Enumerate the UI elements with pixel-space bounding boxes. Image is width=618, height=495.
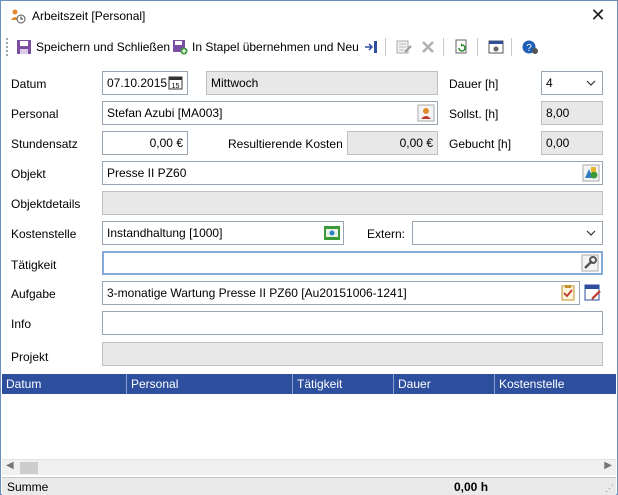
scrollbar-thumb[interactable] — [20, 462, 38, 474]
svg-text:?: ? — [526, 43, 532, 54]
sum-value: 0,00 h — [454, 480, 489, 494]
grid-header: Datum Personal Tätigkeit Dauer Kostenste… — [2, 374, 616, 394]
delete-button[interactable] — [417, 36, 439, 58]
column-header-kostenstelle[interactable]: Kostenstelle — [495, 374, 616, 394]
kostenstelle-label: Kostenstelle — [11, 227, 77, 241]
settings-button[interactable] — [485, 36, 507, 58]
split-icon — [363, 39, 379, 55]
aufgabe-field[interactable]: 3-monatige Wartung Presse II PZ60 [Au201… — [102, 281, 580, 305]
window-title: Arbeitszeit [Personal] — [32, 9, 146, 23]
toolbar-grip[interactable] — [6, 38, 9, 56]
column-header-taetigkeit[interactable]: Tätigkeit — [293, 374, 394, 394]
aufgabe-value: 3-monatige Wartung Presse II PZ60 [Au201… — [107, 286, 407, 300]
object-shapes-icon[interactable] — [582, 164, 600, 182]
resultierende-kosten-label: Resultierende Kosten — [228, 137, 343, 151]
sollst-value: 8,00 — [546, 106, 570, 120]
toolbar-separator — [385, 38, 386, 56]
objekt-value: Presse II PZ60 — [107, 166, 187, 180]
delete-x-icon — [420, 39, 436, 55]
kostenstelle-field[interactable]: Instandhaltung [1000] — [102, 221, 344, 245]
scroll-left-icon[interactable]: ◀ — [6, 460, 14, 471]
sollst-label: Sollst. [h] — [449, 107, 499, 121]
gebucht-label: Gebucht [h] — [449, 137, 512, 151]
sollst-field: 8,00 — [541, 101, 603, 125]
stundensatz-field[interactable]: 0,00 € — [102, 131, 188, 155]
datum-value: 07.10.2015 — [107, 76, 168, 90]
title-bar: Arbeitszeit [Personal] ✕ — [1, 1, 617, 31]
edit-task-icon[interactable] — [583, 283, 603, 303]
weekday-value: Mittwoch — [211, 76, 259, 90]
window: Arbeitszeit [Personal] ✕ Speichern und S… — [0, 0, 618, 495]
kostenstelle-value: Instandhaltung [1000] — [107, 226, 223, 240]
column-header-datum[interactable]: Datum — [2, 374, 127, 394]
personal-field[interactable]: Stefan Azubi [MA003] — [102, 101, 438, 125]
info-field[interactable] — [102, 311, 603, 335]
aufgabe-label: Aufgabe — [11, 287, 56, 301]
grid-body — [2, 394, 616, 460]
resultierende-kosten-field: 0,00 € — [347, 131, 438, 155]
projekt-field — [102, 342, 603, 366]
task-checklist-icon[interactable] — [559, 284, 577, 302]
personal-label: Personal — [11, 107, 59, 121]
edit-button[interactable] — [393, 36, 415, 58]
settings-window-icon — [488, 39, 504, 55]
floppy-save-icon — [16, 39, 32, 55]
taetigkeit-field[interactable] — [102, 251, 603, 275]
info-label: Info — [11, 317, 32, 331]
clock-person-icon — [10, 8, 26, 24]
datum-field[interactable]: 07.10.2015 15 — [102, 71, 188, 95]
weekday-field: Mittwoch — [206, 71, 438, 95]
stundensatz-label: Stundensatz — [11, 137, 78, 151]
save-close-button[interactable]: Speichern und Schließen — [13, 36, 173, 58]
toolbar-separator — [477, 38, 478, 56]
help-icon: ? — [522, 39, 538, 55]
dauer-label: Dauer [h] — [449, 77, 499, 91]
help-button[interactable]: ? — [519, 36, 541, 58]
toolbar-separator — [443, 38, 444, 56]
calendar-icon[interactable]: 15 — [167, 74, 185, 92]
wrench-icon[interactable] — [581, 254, 599, 272]
extern-select[interactable] — [412, 221, 603, 245]
stundensatz-value: 0,00 € — [149, 136, 183, 150]
toolbar: Speichern und Schließen In Stapel überne… — [1, 34, 617, 60]
time-entries-grid: Datum Personal Tätigkeit Dauer Kostenste… — [2, 373, 616, 475]
chevron-down-icon — [586, 222, 596, 244]
sum-label: Summe — [7, 480, 49, 494]
gebucht-value: 0,00 — [546, 136, 570, 150]
taetigkeit-label: Tätigkeit — [11, 258, 57, 272]
extern-label: Extern: — [367, 227, 406, 241]
cost-center-icon[interactable] — [323, 224, 341, 242]
objektdetails-field — [102, 191, 603, 215]
gebucht-field: 0,00 — [541, 131, 603, 155]
datum-label: Datum — [11, 77, 47, 91]
svg-text:15: 15 — [172, 83, 180, 90]
person-lookup-icon[interactable] — [417, 104, 435, 122]
projekt-label: Projekt — [11, 350, 49, 364]
split-button[interactable] — [360, 36, 382, 58]
column-header-dauer[interactable]: Dauer — [394, 374, 495, 394]
personal-value: Stefan Azubi [MA003] — [107, 106, 223, 120]
floppy-add-icon — [172, 39, 188, 55]
refresh-document-icon — [454, 39, 470, 55]
close-button[interactable]: ✕ — [585, 4, 611, 26]
edit-list-icon — [396, 39, 412, 55]
chevron-down-icon — [586, 72, 596, 94]
objekt-label: Objekt — [11, 167, 46, 181]
objektdetails-label: Objektdetails — [11, 197, 81, 211]
resize-grip-icon[interactable]: ⋰ — [605, 483, 614, 494]
summary-bar: Summe 0,00 h ⋰ — [2, 477, 616, 495]
batch-new-label: In Stapel übernehmen und Neu — [192, 40, 359, 54]
batch-new-button[interactable]: In Stapel übernehmen und Neu — [169, 36, 362, 58]
dauer-select[interactable]: 4 — [541, 71, 603, 95]
horizontal-scrollbar[interactable]: ◀ ▶ — [2, 459, 616, 475]
dauer-value: 4 — [546, 76, 553, 90]
refresh-button[interactable] — [451, 36, 473, 58]
toolbar-separator — [511, 38, 512, 56]
scroll-right-icon[interactable]: ▶ — [604, 460, 612, 471]
column-header-personal[interactable]: Personal — [127, 374, 293, 394]
resultierende-kosten-value: 0,00 € — [399, 136, 433, 150]
objekt-field[interactable]: Presse II PZ60 — [102, 161, 603, 185]
save-close-label: Speichern und Schließen — [36, 40, 171, 54]
